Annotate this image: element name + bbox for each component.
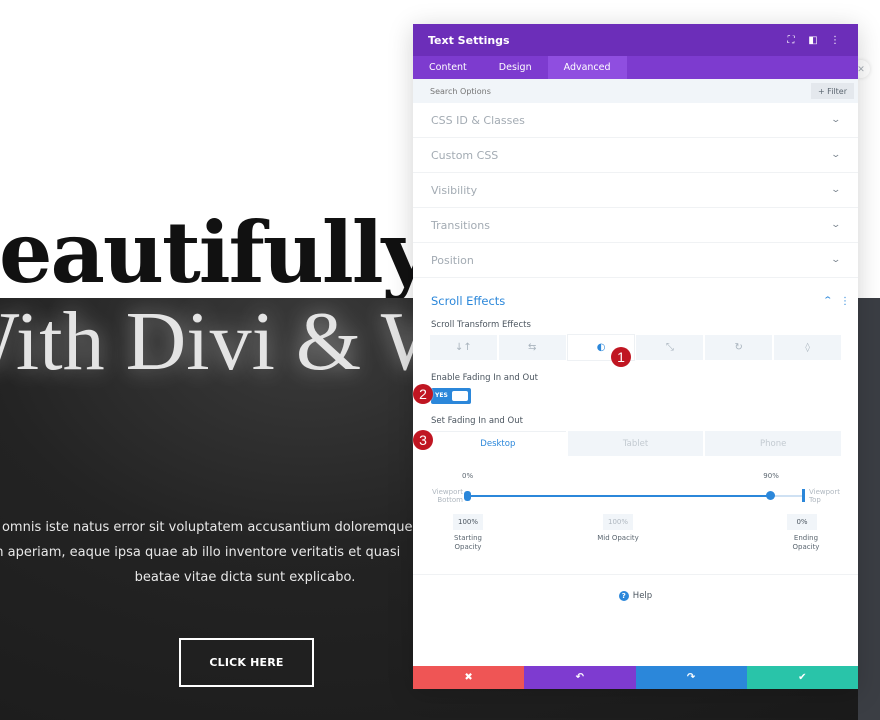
filter-button[interactable]: + Filter (810, 83, 854, 99)
start-percent-label: 0% (462, 472, 474, 480)
device-tab-phone[interactable]: Phone (705, 431, 842, 456)
modal-header: Text Settings ⛶ ◧ ⋮ (413, 24, 858, 56)
viewport-top-marker (802, 489, 805, 502)
section-label: Position (431, 253, 474, 267)
help-icon: ? (618, 591, 629, 601)
modal-tabs: Content Design Advanced (413, 56, 858, 79)
search-options-input[interactable] (430, 86, 811, 96)
chevron-down-icon: ⌄ (830, 255, 842, 265)
section-label: CSS ID & Classes (431, 113, 525, 127)
starting-opacity-input[interactable]: 100% (453, 514, 483, 530)
vertical-motion-icon[interactable]: ↓↑ (430, 335, 497, 360)
device-tabs: Desktop Tablet Phone (430, 431, 842, 456)
end-handle[interactable] (766, 491, 776, 500)
device-tab-tablet[interactable]: Tablet (567, 431, 704, 456)
discard-button[interactable]: ✖ (413, 666, 525, 689)
toggle-value: YES (435, 392, 448, 399)
section-scroll-effects[interactable]: Scroll Effects ⌃ ⋮ (413, 282, 858, 320)
tab-content[interactable]: Content (413, 56, 483, 79)
chevron-up-icon[interactable]: ⌃ (823, 296, 834, 306)
section-transitions[interactable]: Transitions ⌄ (413, 208, 858, 243)
hero-line1-clip: Beautifully Crafted (0, 0, 413, 298)
scaling-icon[interactable]: ⤡ (636, 335, 704, 360)
set-fading-label: Set Fading In and Out (431, 416, 523, 426)
hero-heading-line1: Beautifully Crafted (0, 203, 413, 298)
toggle-knob (452, 391, 468, 401)
divider (413, 574, 858, 575)
annotation-badge-1: 1 (611, 347, 631, 367)
annotation-badge-3: 3 (413, 430, 433, 450)
device-tab-desktop[interactable]: Desktop (430, 431, 566, 456)
redo-button[interactable]: ↷ (635, 666, 747, 689)
fading-range-slider: 0% 90% Viewport Bottom Viewport Top 100%… (413, 464, 858, 564)
modal-title: Text Settings (428, 33, 510, 47)
chevron-down-icon: ⌄ (830, 220, 842, 230)
start-handle[interactable] (464, 491, 471, 501)
mid-opacity-caption: Mid Opacity (597, 534, 639, 542)
chevron-down-icon: ⌄ (830, 150, 842, 160)
more-options-icon[interactable]: ⋮ (824, 30, 846, 50)
modal-footer: ✖ ↶ ↷ ✔ (413, 666, 858, 689)
enable-fading-toggle[interactable]: YES (431, 388, 471, 404)
section-custom-css[interactable]: Custom CSS ⌄ (413, 138, 858, 173)
blur-icon[interactable]: ◊ (774, 335, 841, 360)
tab-advanced[interactable]: Advanced (547, 56, 627, 79)
scroll-transform-effects: ↓↑ ⇆ ◐ ⤡ ↻ ◊ (430, 335, 841, 360)
body-line-3: beatae vitae dicta sunt explicabo. (134, 570, 356, 585)
horizontal-motion-icon[interactable]: ⇆ (498, 335, 566, 360)
starting-opacity-caption: Starting Opacity (454, 534, 482, 551)
fullscreen-icon[interactable]: ⛶ (780, 30, 802, 50)
section-position[interactable]: Position ⌄ (413, 243, 858, 278)
text-settings-modal: Text Settings ⛶ ◧ ⋮ Content Design Advan… (413, 24, 858, 689)
help-link[interactable]: ? Help (413, 591, 858, 601)
help-label: Help (632, 591, 653, 601)
viewport-bottom-label: Viewport Bottom (432, 488, 463, 504)
body-line-2: laudantium, totam rem aperiam, eaque ips… (0, 545, 401, 560)
hero-heading-line2: With Divi & WordPress (0, 298, 413, 388)
section-label: Transitions (431, 218, 490, 232)
rotating-icon[interactable]: ↻ (705, 335, 773, 360)
chevron-down-icon: ⌄ (830, 115, 842, 125)
tab-design[interactable]: Design (483, 56, 548, 79)
save-button[interactable]: ✔ (746, 666, 858, 689)
section-css-id-classes[interactable]: CSS ID & Classes ⌄ (413, 103, 858, 138)
ending-opacity-caption: Ending Opacity (792, 534, 820, 551)
ending-opacity-input[interactable]: 0% (787, 514, 817, 530)
enable-fading-label: Enable Fading In and Out (431, 373, 538, 383)
chevron-down-icon: ⌄ (830, 185, 842, 195)
page-right-strip (858, 298, 880, 720)
slider-track[interactable] (467, 495, 804, 497)
section-visibility[interactable]: Visibility ⌄ (413, 173, 858, 208)
split-view-icon[interactable]: ◧ (802, 30, 824, 50)
hero-body-text: Sed ut perspiciatis unde omnis iste natu… (0, 520, 413, 600)
undo-button[interactable]: ↶ (524, 666, 636, 689)
click-here-button[interactable]: CLICK HERE (179, 638, 314, 687)
viewport-top-label: Viewport Top (809, 488, 840, 504)
section-label: Visibility (431, 183, 478, 197)
scroll-transform-label: Scroll Transform Effects (431, 320, 531, 330)
scroll-effects-title: Scroll Effects (431, 294, 506, 308)
annotation-badge-2: 2 (413, 384, 433, 404)
end-percent-label: 90% (763, 472, 779, 480)
mid-opacity-input[interactable]: 100% (603, 514, 633, 530)
body-line-1: Sed ut perspiciatis unde omnis iste natu… (0, 520, 413, 535)
section-options-icon[interactable]: ⋮ (840, 296, 850, 307)
hero-line2-clip: With Divi & WordPress (0, 298, 413, 438)
slider-track-fill (467, 495, 771, 497)
section-label: Custom CSS (431, 148, 499, 162)
search-row: + Filter (413, 79, 858, 103)
